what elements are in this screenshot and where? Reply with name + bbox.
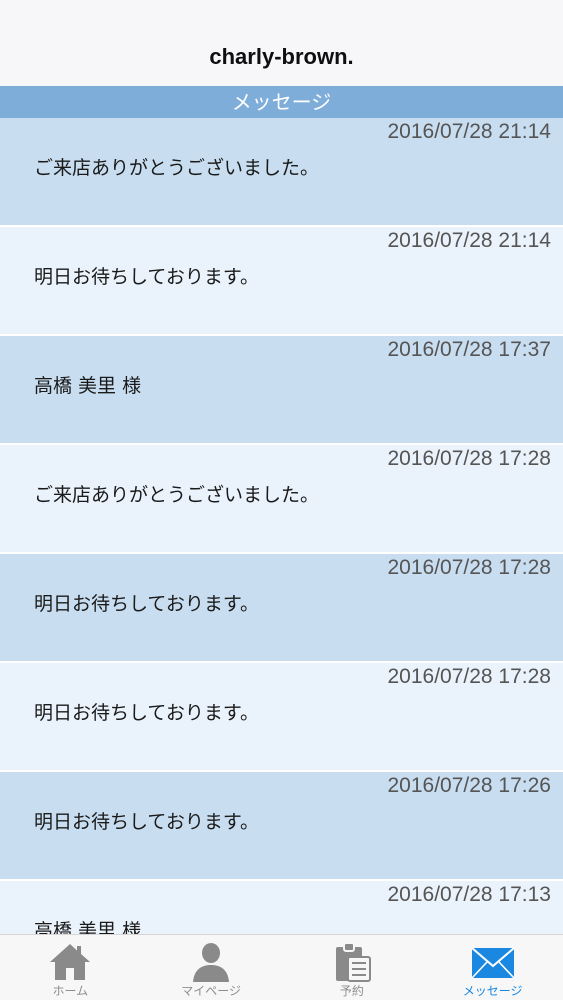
message-item[interactable]: 2016/07/28 21:14 明日お待ちしております。 <box>0 227 563 336</box>
message-timestamp: 2016/07/28 21:14 <box>387 229 552 252</box>
tab-label: メッセージ <box>462 984 523 998</box>
message-timestamp: 2016/07/28 21:14 <box>387 120 552 143</box>
navigation-bar: charly-brown. <box>0 0 563 86</box>
tab-messages[interactable]: メッセージ <box>422 935 563 1000</box>
message-text: 明日お待ちしております。 <box>34 702 259 724</box>
message-timestamp: 2016/07/28 17:28 <box>387 665 552 688</box>
tab-label: 予約 <box>339 984 364 998</box>
message-timestamp: 2016/07/28 17:28 <box>387 447 552 470</box>
envelope-icon <box>470 947 515 979</box>
message-item[interactable]: 2016/07/28 17:28 明日お待ちしております。 <box>0 554 563 663</box>
page-title: charly-brown. <box>209 44 354 69</box>
message-text: 高橋 美里 様 <box>34 375 142 397</box>
message-timestamp: 2016/07/28 17:37 <box>387 338 552 361</box>
tab-reservation[interactable]: 予約 <box>282 935 423 1000</box>
tab-home[interactable]: ホーム <box>0 935 141 1000</box>
section-header: メッセージ <box>0 86 563 118</box>
message-text: ご来店ありがとうございました。 <box>34 157 320 179</box>
tab-bar: ホーム マイページ 予約 メッセージ <box>0 934 563 1000</box>
message-timestamp: 2016/07/28 17:26 <box>387 774 552 797</box>
message-item[interactable]: 2016/07/28 17:13 高橋 美里 様 <box>0 881 563 934</box>
person-icon <box>193 943 230 982</box>
message-text: 明日お待ちしております。 <box>34 593 259 615</box>
app-screen: charly-brown. メッセージ 2016/07/28 21:14 ご来店… <box>0 0 563 1000</box>
message-text: 明日お待ちしております。 <box>34 266 259 288</box>
message-text: 高橋 美里 様 <box>34 920 142 934</box>
message-item[interactable]: 2016/07/28 17:26 明日お待ちしております。 <box>0 772 563 881</box>
message-text: 明日お待ちしております。 <box>34 811 259 833</box>
message-item[interactable]: 2016/07/28 17:28 明日お待ちしております。 <box>0 663 563 772</box>
clipboard-icon <box>335 942 371 982</box>
home-icon <box>50 944 91 980</box>
message-item[interactable]: 2016/07/28 21:14 ご来店ありがとうございました。 <box>0 118 563 227</box>
tab-label: マイページ <box>181 984 241 998</box>
message-timestamp: 2016/07/28 17:28 <box>387 556 552 579</box>
message-item[interactable]: 2016/07/28 17:28 ご来店ありがとうございました。 <box>0 445 563 554</box>
tab-label: ホーム <box>52 984 89 998</box>
tab-mypage[interactable]: マイページ <box>141 935 282 1000</box>
message-text: ご来店ありがとうございました。 <box>34 484 320 506</box>
message-timestamp: 2016/07/28 17:13 <box>387 883 552 906</box>
message-list[interactable]: 2016/07/28 21:14 ご来店ありがとうございました。 2016/07… <box>0 118 563 934</box>
message-item[interactable]: 2016/07/28 17:37 高橋 美里 様 <box>0 336 563 445</box>
